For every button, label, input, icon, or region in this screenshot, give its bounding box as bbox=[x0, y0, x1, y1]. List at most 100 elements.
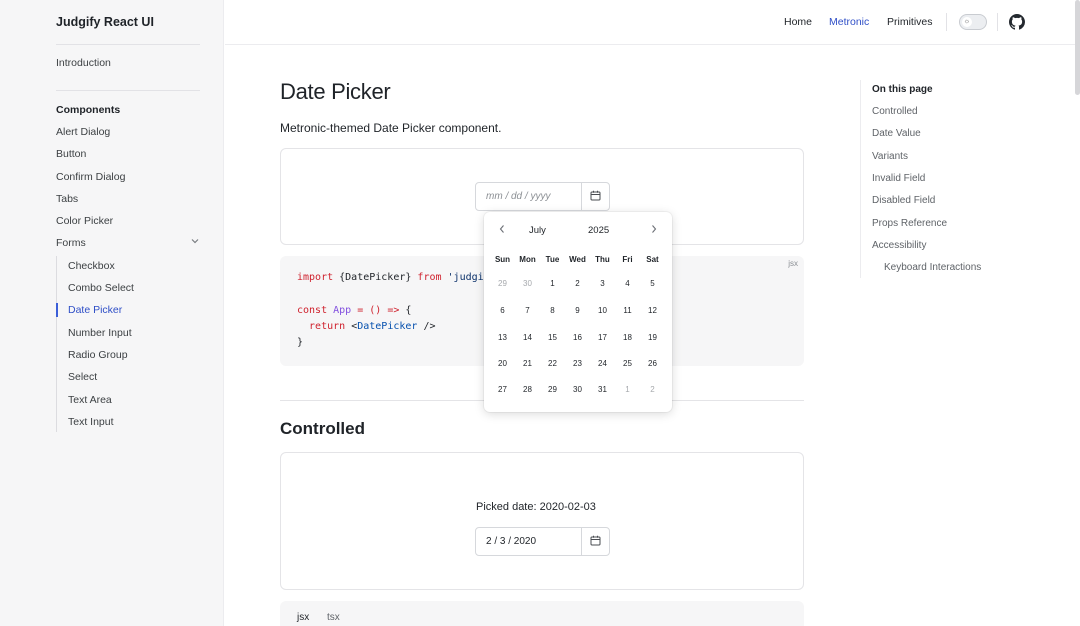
chevron-right-icon[interactable] bbox=[650, 223, 658, 237]
calendar-day[interactable]: 11 bbox=[615, 306, 640, 315]
calendar-day[interactable]: 22 bbox=[540, 359, 565, 368]
calendar-day[interactable]: 1 bbox=[540, 279, 565, 288]
calendar-day[interactable]: 18 bbox=[615, 333, 640, 342]
calendar-day[interactable]: 8 bbox=[540, 306, 565, 315]
calendar-button[interactable] bbox=[581, 183, 609, 210]
calendar-year[interactable]: 2025 bbox=[588, 225, 609, 236]
toc-item-variants[interactable]: Variants bbox=[872, 151, 908, 162]
toc-item-keyboard-interactions[interactable]: Keyboard Interactions bbox=[884, 262, 981, 273]
calendar-day[interactable]: 9 bbox=[565, 306, 590, 315]
sidebar-divider bbox=[56, 44, 200, 45]
sidebar-item-combo-select[interactable]: Combo Select bbox=[68, 282, 134, 294]
weekday-label: Fri bbox=[622, 255, 633, 264]
sidebar: Judgify React UI Introduction Components… bbox=[0, 0, 224, 626]
nav-separator bbox=[997, 13, 998, 31]
calendar-day[interactable]: 31 bbox=[590, 385, 615, 394]
sidebar-item-text-area[interactable]: Text Area bbox=[68, 394, 112, 406]
calendar-day[interactable]: 7 bbox=[515, 306, 540, 315]
active-indicator bbox=[56, 303, 58, 317]
page-title: Date Picker bbox=[280, 79, 391, 104]
sidebar-divider bbox=[56, 90, 200, 91]
calendar-day[interactable]: 30 bbox=[565, 385, 590, 394]
calendar-day[interactable]: 16 bbox=[565, 333, 590, 342]
toc-item-accessibility[interactable]: Accessibility bbox=[872, 240, 926, 251]
code-line: const App = () => { bbox=[297, 305, 412, 316]
calendar-day[interactable]: 1 bbox=[615, 385, 640, 394]
weekday-label: Thu bbox=[595, 255, 610, 264]
nav-metronic[interactable]: Metronic bbox=[829, 16, 869, 28]
controlled-preview: Picked date: 2020-02-03 2 / 3 / 2020 bbox=[280, 452, 804, 590]
calendar-day[interactable]: 13 bbox=[490, 333, 515, 342]
calendar-button[interactable] bbox=[581, 528, 609, 555]
calendar-day[interactable]: 10 bbox=[590, 306, 615, 315]
calendar-day[interactable]: 27 bbox=[490, 385, 515, 394]
calendar-day[interactable]: 3 bbox=[590, 279, 615, 288]
sidebar-item-tabs[interactable]: Tabs bbox=[56, 193, 78, 205]
calendar-day[interactable]: 5 bbox=[640, 279, 665, 288]
calendar-day[interactable]: 26 bbox=[640, 359, 665, 368]
toc-title: On this page bbox=[872, 84, 933, 95]
calendar-day[interactable]: 4 bbox=[615, 279, 640, 288]
sun-icon: ☼ bbox=[962, 17, 972, 27]
chevron-left-icon[interactable] bbox=[498, 223, 506, 237]
calendar-day[interactable]: 17 bbox=[590, 333, 615, 342]
calendar-day[interactable]: 19 bbox=[640, 333, 665, 342]
sidebar-item-confirm-dialog[interactable]: Confirm Dialog bbox=[56, 171, 125, 183]
calendar-day[interactable]: 21 bbox=[515, 359, 540, 368]
sidebar-heading-components: Components bbox=[56, 104, 121, 116]
sidebar-item-select[interactable]: Select bbox=[68, 371, 97, 383]
nav-home[interactable]: Home bbox=[784, 16, 812, 28]
tab-tsx[interactable]: tsx bbox=[327, 612, 340, 623]
chevron-down-icon bbox=[190, 236, 200, 249]
sidebar-item-text-input[interactable]: Text Input bbox=[68, 416, 114, 428]
calendar-day[interactable]: 29 bbox=[490, 279, 515, 288]
calendar-day[interactable]: 20 bbox=[490, 359, 515, 368]
page-description: Metronic-themed Date Picker component. bbox=[280, 121, 502, 135]
calendar-day[interactable]: 15 bbox=[540, 333, 565, 342]
sidebar-item-button[interactable]: Button bbox=[56, 148, 86, 160]
calendar-day[interactable]: 12 bbox=[640, 306, 665, 315]
nav-separator bbox=[946, 13, 947, 31]
sidebar-item-number-input[interactable]: Number Input bbox=[68, 327, 132, 339]
picked-date-label: Picked date: 2020-02-03 bbox=[476, 501, 596, 513]
toc-item-invalid-field[interactable]: Invalid Field bbox=[872, 173, 925, 184]
tab-jsx[interactable]: jsx bbox=[297, 612, 309, 623]
calendar-day[interactable]: 29 bbox=[540, 385, 565, 394]
sidebar-item-checkbox[interactable]: Checkbox bbox=[68, 260, 115, 272]
sidebar-item-introduction[interactable]: Introduction bbox=[56, 57, 111, 69]
sidebar-item-radio-group[interactable]: Radio Group bbox=[68, 349, 128, 361]
calendar-icon bbox=[590, 535, 601, 546]
calendar-day[interactable]: 30 bbox=[515, 279, 540, 288]
calendar-day[interactable]: 28 bbox=[515, 385, 540, 394]
sidebar-item-alert-dialog[interactable]: Alert Dialog bbox=[56, 126, 110, 138]
calendar-day[interactable]: 23 bbox=[565, 359, 590, 368]
forms-submenu-line bbox=[56, 256, 57, 432]
theme-toggle[interactable]: ☼ bbox=[959, 14, 987, 30]
calendar-day[interactable]: 24 bbox=[590, 359, 615, 368]
toc-item-props-reference[interactable]: Props Reference bbox=[872, 218, 947, 229]
github-icon[interactable] bbox=[1009, 14, 1025, 30]
calendar-day[interactable]: 2 bbox=[640, 385, 665, 394]
sidebar-item-color-picker[interactable]: Color Picker bbox=[56, 215, 113, 227]
controlled-date-input[interactable]: 2 / 3 / 2020 bbox=[475, 527, 610, 556]
controlled-date-value: 2 / 3 / 2020 bbox=[486, 536, 537, 547]
calendar-month[interactable]: July bbox=[529, 225, 546, 236]
page-scrollbar[interactable] bbox=[1075, 0, 1080, 95]
date-picker-input[interactable]: mm / dd / yyyy bbox=[475, 182, 610, 211]
calendar-day[interactable]: 2 bbox=[565, 279, 590, 288]
calendar-day[interactable]: 25 bbox=[615, 359, 640, 368]
toc-item-controlled[interactable]: Controlled bbox=[872, 106, 918, 117]
code-line: import {DatePicker} from 'judgif bbox=[297, 272, 490, 283]
sidebar-item-date-picker[interactable]: Date Picker bbox=[68, 304, 122, 316]
calendar-popup: July 2025 Sun Mon Tue Wed Thu Fri Sat 29 30 1 2 3 4 5… bbox=[484, 212, 672, 412]
code-tabs: jsx tsx bbox=[280, 601, 804, 626]
toc-item-disabled-field[interactable]: Disabled Field bbox=[872, 195, 935, 206]
date-placeholder: mm / dd / yyyy bbox=[486, 191, 551, 202]
brand-title[interactable]: Judgify React UI bbox=[56, 15, 154, 29]
sidebar-item-forms[interactable]: Forms bbox=[56, 237, 200, 249]
toc-item-date-value[interactable]: Date Value bbox=[872, 128, 921, 139]
calendar-day[interactable]: 14 bbox=[515, 333, 540, 342]
calendar-day[interactable]: 6 bbox=[490, 306, 515, 315]
toc-line bbox=[860, 80, 861, 278]
nav-primitives[interactable]: Primitives bbox=[887, 16, 933, 28]
